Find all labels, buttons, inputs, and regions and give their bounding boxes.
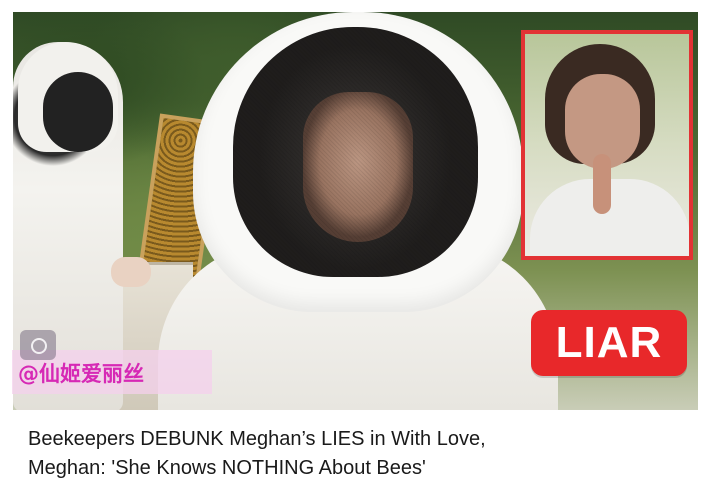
liar-badge: LIAR xyxy=(531,310,687,376)
beekeeper-veil xyxy=(43,72,113,152)
camera-icon xyxy=(20,330,56,360)
video-title-line-2[interactable]: Meghan: 'She Knows NOTHING About Bees' xyxy=(28,454,698,483)
veil-mesh-overlay xyxy=(233,27,478,277)
inset-finger xyxy=(593,154,611,214)
inset-photo xyxy=(521,30,693,260)
video-title-line-1[interactable]: Beekeepers DEBUNK Meghan’s LIES in With … xyxy=(28,425,698,454)
watermark-text: @仙姬爱丽丝 xyxy=(18,362,144,386)
video-title[interactable]: Beekeepers DEBUNK Meghan’s LIES in With … xyxy=(28,425,698,483)
